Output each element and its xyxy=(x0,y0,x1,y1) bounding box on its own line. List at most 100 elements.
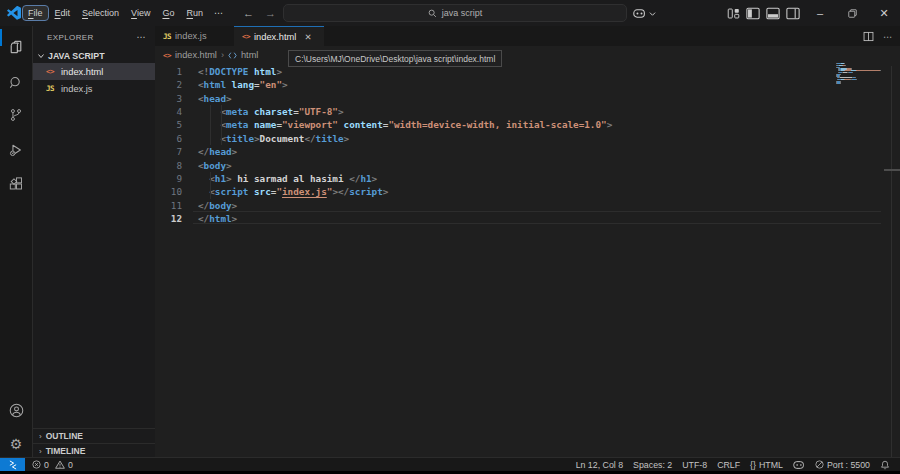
code-line-5: <meta name="viewport" content="width=dev… xyxy=(198,118,612,131)
toggle-sidebar-button[interactable] xyxy=(746,7,760,20)
tab-index.js[interactable]: JS index.js xyxy=(155,26,234,46)
source-control-icon[interactable] xyxy=(0,100,32,130)
code-line-11: </body> xyxy=(198,199,612,212)
command-center-label: java script xyxy=(442,8,483,18)
file-name: index.html xyxy=(61,67,103,77)
problems-status[interactable]: 0 0 xyxy=(32,460,73,470)
breadcrumb-file[interactable]: index.html xyxy=(175,50,217,60)
js-file-icon: JS xyxy=(163,32,171,41)
explorer-icon[interactable] xyxy=(0,32,32,62)
explorer-more-actions[interactable]: ⋯ xyxy=(137,32,147,42)
code-line-4: <meta charset="UTF-8"> xyxy=(198,105,612,118)
code-line-9: <h1> hi sarmad al hasimi </h1> xyxy=(198,172,612,185)
language-status[interactable]: {}HTML xyxy=(750,460,783,470)
tab-label: index.html xyxy=(254,32,296,42)
breadcrumb-symbol[interactable]: html xyxy=(241,50,258,60)
vscode-logo-icon xyxy=(7,6,21,20)
remote-indicator[interactable] xyxy=(0,458,25,471)
menu-file[interactable]: File xyxy=(22,5,49,21)
copilot-button[interactable] xyxy=(633,0,656,26)
extensions-icon[interactable] xyxy=(0,169,32,199)
js-file-icon: JS xyxy=(46,84,58,93)
notifications-bell-icon[interactable] xyxy=(880,460,890,470)
vscode-window: FileEditSelectionViewGoRun⋯ ← → java scr… xyxy=(0,0,900,474)
code-line-6: <title>Document</title> xyxy=(198,132,612,145)
cursor-position-status[interactable]: Ln 12, Col 8 xyxy=(576,460,623,470)
menu-go[interactable]: Go xyxy=(156,5,180,21)
encoding-status[interactable]: UTF-8 xyxy=(682,460,707,470)
explorer-title: EXPLORER xyxy=(47,33,94,42)
split-editor-icon[interactable] xyxy=(863,31,874,42)
customize-layout-button[interactable] xyxy=(727,7,740,20)
accounts-icon[interactable] xyxy=(0,395,32,425)
menu-more-icon[interactable]: ⋯ xyxy=(209,5,229,21)
status-bar: 0 0 Ln 12, Col 8 Spaces: 2 UTF-8 CRLF {}… xyxy=(0,457,900,471)
editor-more-actions-icon[interactable]: ⋯ xyxy=(883,31,893,42)
file-item-index.js[interactable]: JSindex.js xyxy=(33,80,155,97)
chevron-down-icon xyxy=(37,52,45,60)
search-view-icon[interactable] xyxy=(0,68,32,98)
eol-status[interactable]: CRLF xyxy=(717,460,740,470)
timeline-section[interactable]: › TIMELINE xyxy=(33,443,155,458)
minimap-border xyxy=(891,66,892,457)
code-line-7: </head> xyxy=(198,145,612,158)
title-bar: FileEditSelectionViewGoRun⋯ ← → java scr… xyxy=(0,0,900,26)
error-icon xyxy=(32,460,41,469)
file-item-index.html[interactable]: <>index.html xyxy=(33,63,155,80)
explorer-sidebar: EXPLORER ⋯ JAVA SCRIPT <>index.htmlJSind… xyxy=(33,26,155,457)
tab-index.html[interactable]: <> index.html ✕ xyxy=(234,26,324,46)
code-line-10: <script src="index.js"></script> xyxy=(198,185,612,198)
menu-run[interactable]: Run xyxy=(180,5,209,21)
explorer-header: EXPLORER ⋯ xyxy=(33,26,155,48)
nav-forward-button[interactable]: → xyxy=(265,7,276,19)
line-numbers: 123456789101112 xyxy=(155,65,182,225)
html-file-icon: <> xyxy=(46,67,58,76)
live-server-port-status[interactable]: Port : 5500 xyxy=(815,460,870,470)
editor-group: JS index.js <> index.html ✕ ⋯ <> index.html … xyxy=(155,26,900,457)
tab-bar: JS index.js <> index.html ✕ xyxy=(155,26,900,46)
search-icon xyxy=(428,9,437,18)
code-line-3: <head> xyxy=(198,92,612,105)
folder-name: JAVA SCRIPT xyxy=(48,51,105,61)
code-line-2: <html lang="en"> xyxy=(198,78,612,91)
code-line-1: <!DOCTYPE html> xyxy=(198,65,612,78)
scrollbar-mark xyxy=(884,169,900,171)
indentation-status[interactable]: Spaces: 2 xyxy=(633,460,672,470)
tab-label: index.js xyxy=(175,31,207,41)
chevron-right-icon: › xyxy=(39,432,42,441)
window-close-button[interactable]: ✕ xyxy=(868,0,900,26)
minimap[interactable] xyxy=(836,63,882,85)
code-line-12: </html> xyxy=(198,212,612,225)
copilot-status-icon[interactable] xyxy=(793,460,805,470)
window-restore-button[interactable] xyxy=(836,0,868,26)
code-content[interactable]: <!DOCTYPE html><html lang="en"><head> <m… xyxy=(198,65,612,225)
remote-icon xyxy=(8,460,18,470)
activity-bar: ⚙ xyxy=(0,26,33,457)
menu-view[interactable]: View xyxy=(125,5,156,21)
braces-icon: {} xyxy=(750,460,756,470)
toggle-panel-button[interactable] xyxy=(766,7,780,20)
nav-back-button[interactable]: ← xyxy=(243,7,254,19)
folder-section-javascript[interactable]: JAVA SCRIPT xyxy=(33,49,155,63)
tab-close-icon[interactable]: ✕ xyxy=(304,32,311,42)
run-debug-icon[interactable] xyxy=(0,135,32,165)
html-file-icon: <> xyxy=(242,32,250,41)
command-center-search[interactable]: java script xyxy=(283,4,627,22)
port-icon xyxy=(815,460,824,469)
menu-selection[interactable]: Selection xyxy=(76,5,125,21)
outline-section[interactable]: › OUTLINE xyxy=(33,428,155,443)
settings-gear-icon[interactable]: ⚙ xyxy=(0,429,32,459)
menu-edit[interactable]: Edit xyxy=(49,5,77,21)
chevron-right-icon: › xyxy=(39,447,42,456)
html-file-icon: <> xyxy=(163,51,171,60)
symbol-element-icon xyxy=(228,51,237,60)
breadcrumbs[interactable]: <> index.html › html xyxy=(163,46,258,64)
chevron-down-icon xyxy=(649,10,656,17)
file-name: index.js xyxy=(61,84,93,94)
warning-icon xyxy=(55,460,65,469)
menu-bar: FileEditSelectionViewGoRun⋯ xyxy=(22,0,229,26)
toggle-secondary-sidebar-button[interactable] xyxy=(786,7,800,20)
window-minimize-button[interactable]: – xyxy=(804,0,836,26)
breadcrumb-separator: › xyxy=(221,50,224,60)
code-line-8: <body> xyxy=(198,159,612,172)
